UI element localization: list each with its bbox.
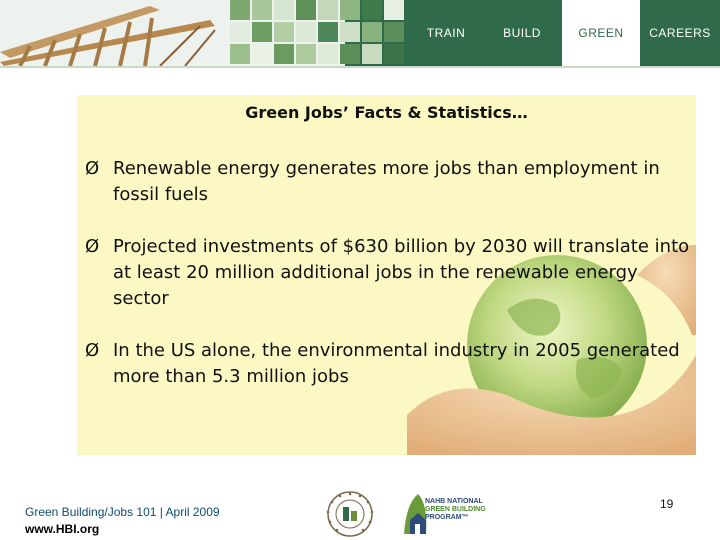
top-nav: TRAIN BUILD GREEN CAREERS	[410, 0, 720, 66]
nav-tab-green[interactable]: GREEN	[562, 0, 640, 66]
nahb-line-3: PROGRAM™	[425, 514, 469, 521]
bullet-item: Ø Projected investments of $630 billion …	[85, 234, 695, 312]
bullet-text: In the US alone, the environmental indus…	[113, 340, 680, 387]
nahb-logo-text: NAHB NATIONAL GREEN BUILDING PROGRAM™	[425, 498, 520, 522]
slide-title: Green Jobs’ Facts & Statistics…	[245, 103, 528, 122]
page-number: 19	[660, 497, 674, 511]
footer-text: Green Building/Jobs 101 | April 2009 www…	[25, 504, 220, 538]
bullet-text: Renewable energy generates more jobs tha…	[113, 158, 660, 205]
arrow-bullet-icon: Ø	[85, 158, 100, 179]
bullet-list: Ø Renewable energy generates more jobs t…	[85, 156, 695, 390]
bullet-text: Projected investments of $630 billion by…	[113, 236, 690, 309]
nahb-line-1: NAHB NATIONAL	[425, 498, 483, 505]
bullet-item: Ø Renewable energy generates more jobs t…	[85, 156, 695, 208]
nav-tab-careers[interactable]: CAREERS	[640, 0, 720, 66]
arrow-bullet-icon: Ø	[85, 340, 100, 361]
header-banner: TRAIN BUILD GREEN CAREERS	[0, 0, 720, 66]
header-divider	[0, 66, 720, 68]
course-info: Green Building/Jobs 101 | April 2009	[25, 505, 220, 519]
website-link[interactable]: www.HBI.org	[25, 521, 220, 538]
nav-tab-train[interactable]: TRAIN	[410, 0, 482, 66]
bullet-item: Ø In the US alone, the environmental ind…	[85, 338, 695, 390]
nahb-line-2: GREEN BUILDING	[425, 506, 486, 513]
nav-tab-build[interactable]: BUILD	[482, 0, 562, 66]
hbi-logo	[326, 491, 374, 537]
arrow-bullet-icon: Ø	[85, 236, 100, 257]
decorative-squares	[230, 0, 410, 66]
